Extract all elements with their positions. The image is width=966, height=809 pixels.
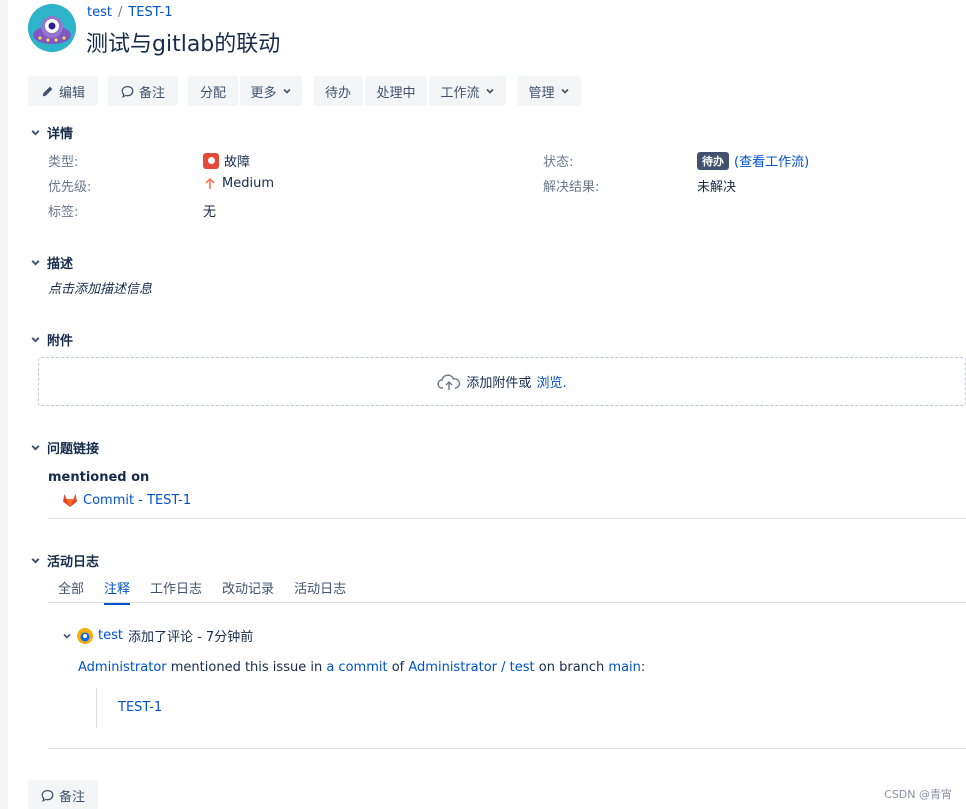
comment-header: test 添加了评论 - 7分钟前 [62, 626, 253, 645]
details-heading: 详情 [47, 127, 74, 142]
activity-section-toggle[interactable]: 活动日志 [30, 551, 99, 570]
more-button[interactable]: 更多 [240, 76, 302, 106]
chevron-down-icon [282, 88, 291, 94]
comment-body: Administrator mentioned this issue in a … [78, 660, 645, 675]
breadcrumb-issue-key[interactable]: TEST-1 [128, 5, 172, 20]
comment-icon [41, 789, 54, 802]
dropzone-text: 添加附件或 [466, 376, 532, 391]
attachments-section-toggle[interactable]: 附件 [30, 330, 73, 349]
type-value: 故障 [203, 151, 250, 170]
cloud-upload-icon [437, 373, 461, 390]
chevron-down-icon [31, 337, 40, 343]
comment-author-link[interactable]: test [98, 628, 123, 643]
in-progress-transition-button[interactable]: 处理中 [365, 76, 427, 106]
tab-history[interactable]: 改动记录 [222, 578, 274, 605]
breadcrumb-project[interactable]: test [87, 5, 112, 20]
gitlab-icon [63, 494, 77, 507]
chevron-down-icon [560, 88, 569, 94]
tab-comments[interactable]: 注释 [104, 578, 131, 605]
comment-text-3: on branch [538, 660, 605, 675]
chevron-down-icon [31, 445, 40, 451]
todo-button-label: 待办 [324, 85, 351, 101]
chevron-down-icon [31, 260, 40, 266]
activity-heading: 活动日志 [47, 555, 100, 570]
tab-worklog[interactable]: 工作日志 [150, 578, 202, 605]
commit-link[interactable]: a commit [326, 660, 387, 675]
quote-bar [96, 688, 99, 728]
priority-label: 优先级: [48, 180, 92, 195]
more-button-label: 更多 [250, 85, 277, 101]
mention-author-link[interactable]: Administrator [78, 660, 167, 675]
status-label: 状态: [543, 155, 574, 170]
description-heading: 描述 [47, 257, 74, 272]
chevron-down-icon [31, 130, 40, 136]
tabs-divider [48, 602, 966, 603]
labels-label: 标签: [48, 205, 79, 220]
details-section-toggle[interactable]: 详情 [30, 123, 73, 142]
priority-value: Medium [203, 176, 274, 191]
description-placeholder[interactable]: 点击添加描述信息 [48, 278, 152, 297]
comment-action-text: 添加了评论 - 7分钟前 [127, 630, 254, 645]
type-value-text: 故障 [224, 155, 251, 170]
project-avatar[interactable] [28, 4, 76, 52]
breadcrumb-separator: / [117, 5, 123, 20]
activity-tabs: 全部 注释 工作日志 改动记录 活动日志 [58, 578, 366, 605]
repo-link[interactable]: Administrator / test [408, 660, 534, 675]
comment-text-4: : [640, 660, 646, 675]
collapse-chevron-icon[interactable] [62, 631, 72, 641]
tab-activity[interactable]: 活动日志 [294, 578, 346, 605]
arrow-up-icon [205, 177, 215, 189]
branch-link[interactable]: main [608, 660, 640, 675]
breadcrumb: test / TEST-1 [87, 5, 172, 20]
admin-button[interactable]: 管理 [517, 76, 581, 106]
comment-divider [48, 748, 966, 749]
type-label: 类型: [48, 155, 79, 170]
bug-icon [203, 152, 219, 169]
links-divider [48, 518, 966, 519]
issue-links-heading: 问题链接 [47, 442, 100, 457]
in-progress-button-label: 处理中 [376, 85, 416, 101]
labels-value: 无 [203, 205, 217, 220]
edit-button[interactable]: 编辑 [28, 76, 98, 106]
linked-commit-link[interactable]: Commit - TEST-1 [83, 493, 191, 508]
workflow-button-label: 工作流 [440, 85, 480, 101]
attachments-heading: 附件 [47, 334, 74, 349]
status-badge: 待办 [697, 151, 729, 170]
assign-button-label: 分配 [199, 85, 226, 101]
link-group-title: mentioned on [48, 470, 150, 485]
tab-all[interactable]: 全部 [58, 578, 84, 605]
comment-button[interactable]: 备注 [108, 76, 178, 106]
status-value: 待办 (查看工作流) [697, 151, 809, 170]
assign-button[interactable]: 分配 [188, 76, 238, 106]
todo-transition-button[interactable]: 待办 [313, 76, 363, 106]
browse-link[interactable]: 浏览. [536, 372, 566, 391]
resolution-value: 未解决 [697, 180, 737, 195]
attachment-dropzone[interactable]: 添加附件或 浏览. [38, 357, 966, 406]
chevron-down-icon [31, 558, 40, 564]
watermark: CSDN @青宵 [884, 788, 952, 801]
issue-title[interactable]: 测试与gitlab的联动 [86, 26, 280, 58]
pencil-icon [42, 86, 53, 96]
workflow-button[interactable]: 工作流 [429, 76, 506, 106]
comment-text-1: mentioned this issue in [170, 660, 323, 675]
linked-commit-row[interactable]: Commit - TEST-1 [62, 492, 191, 508]
chevron-down-icon [485, 88, 494, 94]
quoted-issue-link[interactable]: TEST-1 [118, 700, 162, 715]
edit-button-label: 编辑 [58, 85, 85, 101]
user-avatar-icon [77, 627, 93, 644]
left-edge [0, 0, 8, 809]
resolution-label: 解决结果: [543, 180, 600, 195]
comment-icon [121, 85, 134, 98]
description-section-toggle[interactable]: 描述 [30, 253, 73, 272]
add-comment-button[interactable]: 备注 [28, 780, 98, 809]
priority-value-text: Medium [222, 176, 274, 191]
issue-links-section-toggle[interactable]: 问题链接 [30, 438, 99, 457]
comment-text-2: of [391, 660, 405, 675]
view-workflow-link[interactable]: (查看工作流) [734, 151, 809, 170]
add-comment-button-label: 备注 [58, 789, 85, 805]
admin-button-label: 管理 [528, 85, 555, 101]
comment-button-label: 备注 [138, 85, 165, 101]
